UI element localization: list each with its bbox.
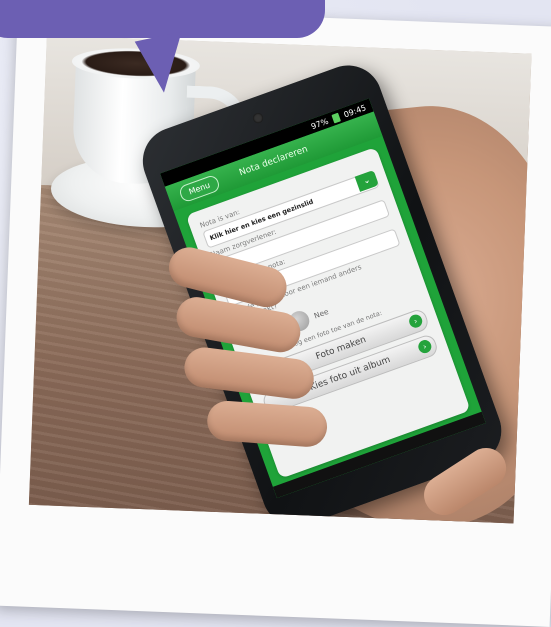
chevron-right-icon: › — [407, 312, 425, 330]
photo: 97% 09:45 Menu Nota declareren Nota is v… — [28, 35, 532, 524]
speech-bubble — [0, 0, 325, 38]
battery-icon — [331, 112, 341, 124]
radio-no-label: Nee — [312, 306, 330, 320]
chevron-right-icon: › — [416, 338, 434, 355]
front-camera-icon — [251, 111, 265, 125]
polaroid-frame: 97% 09:45 Menu Nota declareren Nota is v… — [0, 6, 551, 627]
